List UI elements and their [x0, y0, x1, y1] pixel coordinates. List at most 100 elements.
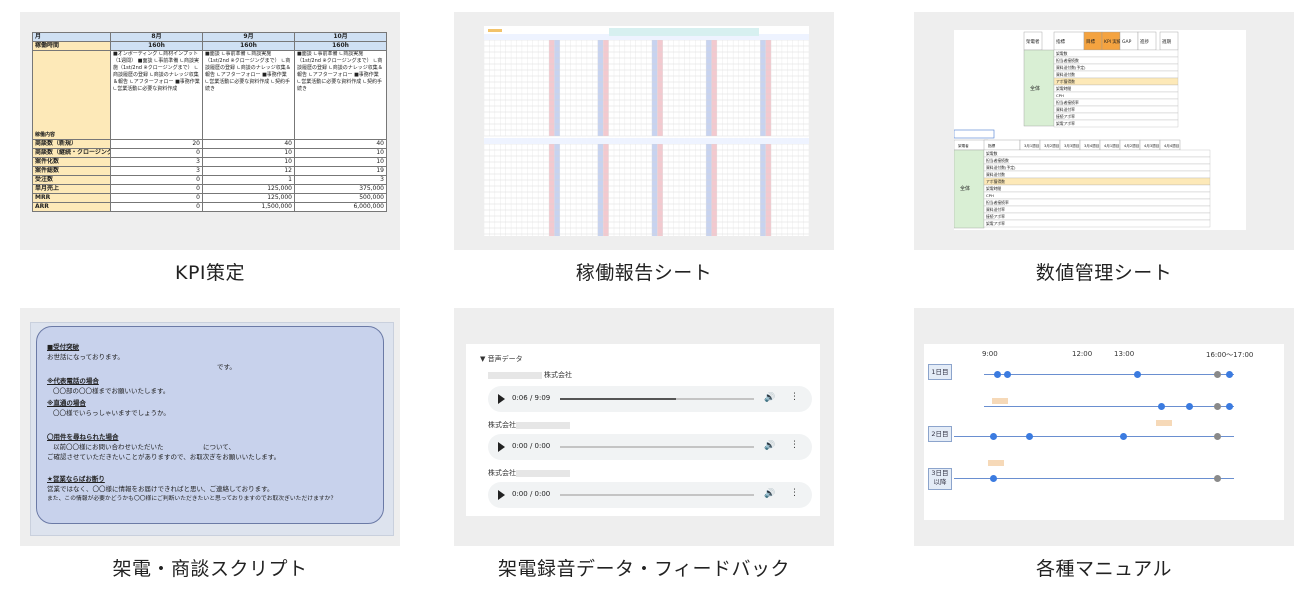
svg-text:GAP: GAP [1122, 39, 1132, 45]
script-line: 〇〇様でいらっしゃいますでしょうか。 [53, 409, 170, 417]
script-line: について、 [203, 443, 235, 451]
card-caption: 各種マニュアル [1036, 558, 1172, 580]
card-numbers-sheet[interactable]: 架電者 指標 目標 KPI 実績 GAP 進捗 週期 全体 架電数 担当者接続数 資料送付数(予定)… [914, 12, 1294, 284]
play-icon[interactable] [498, 394, 505, 404]
script-line: また、この情報が必要かどうかも〇〇様にご判断いただきたいと思っておりますのでお取… [47, 496, 337, 502]
card-audio-feedback[interactable]: ▼ 音声データ 株式会社 0:06 / 9:09 🔊 ⋮ 株式会社 0:00 /… [454, 308, 834, 580]
audio-player[interactable]: 0:00 / 0:00 🔊 ⋮ [488, 482, 812, 508]
script-line: お世話になっております。 [47, 353, 124, 361]
redacted-name [516, 469, 570, 477]
more-options-icon[interactable]: ⋮ [790, 488, 799, 498]
timeline-dot [1134, 371, 1141, 378]
audio-player[interactable]: 0:00 / 0:00 🔊 ⋮ [488, 434, 812, 460]
numbers-sheet-table: 架電者 指標 目標 KPI 実績 GAP 進捗 週期全体架電数担当者接続数資料送付数(予定)… [954, 30, 1246, 230]
timeline-dot [1158, 403, 1165, 410]
volume-icon[interactable]: 🔊 [764, 489, 775, 499]
card-caption: 数値管理シート [1035, 262, 1173, 284]
audio-seek-bar[interactable] [560, 446, 754, 448]
timeline-dot [1214, 433, 1221, 440]
kpi-cell: 20 [110, 139, 203, 149]
svg-text:架電者: 架電者 [1026, 39, 1040, 45]
kpi-row-label: 単月売上 [32, 184, 111, 194]
script-line: 〇〇部の〇〇様までお願いいたします。 [53, 387, 170, 395]
day-label: 3日目 以降 [928, 468, 952, 490]
report-sheet-grid [484, 26, 809, 236]
audio-label: 株式会社 [488, 420, 572, 430]
timeline-tag [992, 398, 1008, 404]
more-options-icon[interactable]: ⋮ [790, 392, 799, 402]
svg-text:KPI 実績: KPI 実績 [1104, 38, 1122, 45]
svg-text:指標: 指標 [1056, 38, 1065, 45]
kpi-thumbnail[interactable]: 月 8月 9月 10月 稼働時間 160h 160h 160h 稼働内容 ■オン… [20, 12, 400, 250]
kpi-row-label: 案件総数 [32, 166, 111, 176]
svg-text:アポ獲得数: アポ獲得数 [1056, 79, 1075, 84]
svg-text:架電数: 架電数 [986, 151, 998, 156]
kpi-cell: 0 [110, 184, 203, 194]
svg-text:担当者接続数: 担当者接続数 [1056, 58, 1079, 63]
card-call-script[interactable]: ■受付突破 お世話になっております。 です。 ※代表電話の場合 〇〇部の〇〇様ま… [20, 308, 400, 580]
kpi-row: ARR 0 1,500,000 6,000,000 [32, 202, 387, 212]
timeline-tag [1156, 420, 1172, 426]
kpi-content-label: 稼働内容 [32, 50, 111, 140]
kpi-hours: 160h [202, 41, 295, 51]
svg-text:接続アポ率: 接続アポ率 [1056, 114, 1075, 119]
svg-text:資料送付率: 資料送付率 [986, 207, 1005, 212]
svg-text:アポ獲得数: アポ獲得数 [986, 179, 1005, 184]
timeline-time: 12:00 [1072, 350, 1093, 358]
kpi-cell: 0 [110, 202, 203, 212]
script-line: ★営業ならばお断り [47, 475, 105, 483]
timeline-line [984, 406, 1234, 407]
kpi-hours-label: 稼働時間 [32, 41, 111, 51]
svg-text:週期: 週期 [1162, 38, 1171, 45]
card-caption: 稼働報告シート [575, 262, 713, 284]
audio-time: 0:06 / 9:09 [512, 394, 551, 402]
svg-text:指標: 指標 [988, 143, 996, 148]
kpi-row-label: 商談数（継続・クロージング） [32, 148, 111, 158]
audio-panel: ▼ 音声データ 株式会社 0:06 / 9:09 🔊 ⋮ 株式会社 0:00 /… [466, 344, 820, 516]
audio-seek-bar[interactable] [560, 494, 754, 496]
audio-seek-bar[interactable] [560, 398, 754, 400]
svg-text:担当者接続率: 担当者接続率 [986, 200, 1009, 205]
numbers-thumbnail[interactable]: 架電者 指標 目標 KPI 実績 GAP 進捗 週期 全体 架電数 担当者接続数 資料送付数(予定)… [914, 12, 1294, 250]
audio-player[interactable]: 0:06 / 9:09 🔊 ⋮ [488, 386, 812, 412]
svg-text:架電数: 架電数 [1056, 51, 1068, 56]
more-options-icon[interactable]: ⋮ [790, 440, 799, 450]
script-line: 〇用件を尋ねられた場合 [47, 433, 119, 441]
kpi-cell: 0 [110, 148, 203, 158]
timeline-dot [990, 475, 997, 482]
svg-text:全体: 全体 [1030, 85, 1040, 92]
audio-thumbnail[interactable]: ▼ 音声データ 株式会社 0:06 / 9:09 🔊 ⋮ 株式会社 0:00 /… [454, 308, 834, 546]
svg-text:3月1週目: 3月1週目 [1024, 143, 1039, 148]
svg-text:CPH: CPH [1056, 93, 1064, 98]
volume-icon[interactable]: 🔊 [764, 441, 775, 451]
timeline-time: 13:00 [1114, 350, 1135, 358]
play-icon[interactable] [498, 490, 505, 500]
timeline-dot [1214, 371, 1221, 378]
card-report-sheet[interactable]: 稼働報告シート [454, 12, 834, 284]
kpi-cell: 10 [202, 148, 295, 158]
svg-text:架電アポ率: 架電アポ率 [986, 221, 1005, 226]
play-icon[interactable] [498, 442, 505, 452]
card-caption: 架電・商談スクリプト [112, 558, 308, 580]
kpi-cell: 10 [294, 148, 387, 158]
timeline-dot [1026, 433, 1033, 440]
card-kpi[interactable]: 月 8月 9月 10月 稼働時間 160h 160h 160h 稼働内容 ■オン… [20, 12, 400, 284]
kpi-cell: 1 [202, 175, 295, 185]
volume-icon[interactable]: 🔊 [764, 393, 775, 403]
manual-thumbnail[interactable]: 9:00 12:00 13:00 16:00～17:00 1日目 2日目 3日目… [914, 308, 1294, 546]
timeline-dot [1120, 433, 1127, 440]
script-thumbnail[interactable]: ■受付突破 お世話になっております。 です。 ※代表電話の場合 〇〇部の〇〇様ま… [20, 308, 400, 546]
audio-label: 株式会社 [488, 468, 572, 478]
svg-text:4月3週目: 4月3週目 [1144, 143, 1159, 148]
svg-text:資料送付数(予定): 資料送付数(予定) [1056, 65, 1086, 70]
kpi-content-aug: ■オンボーディング ∟商材インプット（1週間） ■面談 ∟事前準備 ∟商談実施（… [110, 50, 203, 140]
script-line: です。 [217, 363, 236, 371]
redacted-name [516, 421, 570, 429]
kpi-row: 案件化数 3 10 10 [32, 157, 387, 167]
report-thumbnail[interactable] [454, 12, 834, 250]
svg-text:資料送付数: 資料送付数 [986, 172, 1005, 177]
timeline-time: 16:00～17:00 [1206, 351, 1254, 359]
kpi-cell: 125,000 [202, 193, 295, 203]
svg-text:3月3週目: 3月3週目 [1064, 143, 1079, 148]
card-manuals[interactable]: 9:00 12:00 13:00 16:00～17:00 1日目 2日目 3日目… [914, 308, 1294, 580]
